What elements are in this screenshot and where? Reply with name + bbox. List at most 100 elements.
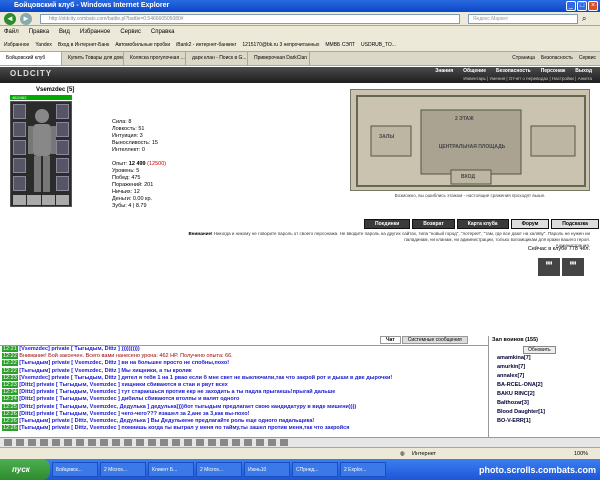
character-name[interactable]: Vsemzdec [5] <box>36 87 74 93</box>
roster-player[interactable]: amamkina[7] <box>489 354 600 363</box>
armor-slot[interactable] <box>13 140 26 155</box>
roster-player[interactable]: BA-RCEL-ONA[2] <box>489 381 600 390</box>
chat-time[interactable]: 12:24 <box>2 389 18 396</box>
nav-button[interactable]: Форум <box>510 219 550 229</box>
favorite-link[interactable]: USDRUB_TO... <box>361 38 396 51</box>
refresh-button[interactable]: Обновить <box>523 346 556 354</box>
taskbar-item[interactable]: 2 Micros... <box>100 462 146 477</box>
roster-player[interactable]: BO-V-ERR[1] <box>489 417 600 426</box>
taskbar-item[interactable]: Бойцовск... <box>52 462 98 477</box>
chat-tool-icon[interactable] <box>100 439 108 446</box>
chat-tool-icon[interactable] <box>148 439 156 446</box>
taskbar-item[interactable]: СПрнед... <box>292 462 338 477</box>
chat-tool-icon[interactable] <box>220 439 228 446</box>
quick-slot[interactable] <box>13 195 27 205</box>
ring-slot[interactable] <box>56 104 69 119</box>
chat-time[interactable]: 12:24 <box>2 396 18 403</box>
chat-time[interactable]: 12:21 <box>2 346 18 352</box>
toolbar-menu[interactable]: Сервис <box>579 52 596 65</box>
browser-tab[interactable]: дарк клан - Поиск в G... <box>186 52 248 65</box>
browser-tab[interactable]: Купить Товары для дом... <box>62 52 124 65</box>
shield-slot[interactable] <box>56 158 69 173</box>
chat-tool-icon[interactable] <box>136 439 144 446</box>
chat-time[interactable]: 12:22 <box>2 360 18 367</box>
roster-player[interactable]: amurkin[7] <box>489 363 600 372</box>
chat-tool-icon[interactable] <box>112 439 120 446</box>
chat-time[interactable]: 12:26 <box>2 410 18 417</box>
game-nav-item[interactable]: Знания <box>435 68 453 74</box>
favorite-link[interactable]: Вход в Интернет-Банк <box>58 38 109 51</box>
helmet-slot[interactable] <box>13 104 26 119</box>
menu-item[interactable]: Справка <box>151 26 175 38</box>
menu-item[interactable]: Файл <box>4 26 19 38</box>
chat-tool-icon[interactable] <box>76 439 84 446</box>
address-input[interactable]: http://oldcity.combats.com/battle.pl?bat… <box>40 14 460 24</box>
chat-tool-icon[interactable] <box>64 439 72 446</box>
game-nav-item[interactable]: Выход <box>575 68 592 74</box>
game-nav-item[interactable]: Общение <box>463 68 486 74</box>
chat-time[interactable]: 12:26 <box>2 418 18 425</box>
taskbar-item[interactable]: 2 Explor... <box>340 462 386 477</box>
taskbar-item[interactable]: Клиент Б... <box>148 462 194 477</box>
close-button[interactable]: × <box>588 1 598 11</box>
chat-tool-icon[interactable] <box>256 439 264 446</box>
toolbar-menu[interactable]: Страница <box>512 52 535 65</box>
nav-button[interactable]: Подсказка <box>551 219 599 229</box>
back-icon[interactable]: ◄ <box>4 13 16 25</box>
taskbar-item[interactable]: Июнь10 <box>244 462 290 477</box>
game-nav-item[interactable]: Персонаж <box>541 68 566 74</box>
chat-tool-icon[interactable] <box>40 439 48 446</box>
chat-tool-icon[interactable] <box>280 439 288 446</box>
roster-player[interactable]: Balthozar[3] <box>489 399 600 408</box>
chat-time[interactable]: 12:23 <box>2 382 18 389</box>
chat-time[interactable]: 12:23 <box>2 374 18 381</box>
chat-tool-icon[interactable] <box>232 439 240 446</box>
map-label[interactable]: ЗАЛЫ <box>379 134 394 140</box>
chat-tool-icon[interactable] <box>172 439 180 446</box>
chat-time[interactable]: 12:25 <box>2 403 18 410</box>
forward-icon[interactable]: ► <box>20 13 32 25</box>
chat-tool-icon[interactable] <box>124 439 132 446</box>
roster-player[interactable]: BAKU RINC[2] <box>489 390 600 399</box>
chat-tool-icon[interactable] <box>208 439 216 446</box>
belt-slot[interactable] <box>13 158 26 173</box>
map-label[interactable]: ЦЕНТРАЛЬНАЯ ПЛОЩАДЬ <box>437 144 507 150</box>
browser-tab[interactable]: Коляска прогулочная ... <box>124 52 186 65</box>
chat-time[interactable]: 12:22 <box>2 367 18 374</box>
roster-player[interactable]: Blood Daughter[1] <box>489 408 600 417</box>
quick-slot[interactable] <box>55 195 69 205</box>
toolbar-menu[interactable]: Безопасность <box>541 52 573 65</box>
game-nav-item[interactable]: Безопасность <box>496 68 531 74</box>
counter-badge[interactable]: ▮▮▮ <box>562 258 584 276</box>
game-subnav[interactable]: Инвентарь | Умения | Отчет о переводах |… <box>463 76 592 81</box>
minimize-button[interactable]: _ <box>566 1 576 11</box>
search-icon[interactable]: ⌕ <box>582 14 586 24</box>
browser-tab[interactable]: Приверочная DarkClan <box>248 52 310 65</box>
nav-button[interactable]: Карта клуба <box>456 219 509 229</box>
quick-slot[interactable] <box>27 195 41 205</box>
map-label[interactable]: ВХОД <box>461 174 475 180</box>
chat-tool-icon[interactable] <box>28 439 36 446</box>
maximize-button[interactable]: □ <box>577 1 587 11</box>
weapon-slot[interactable] <box>13 122 26 137</box>
favorite-link[interactable]: ММВБ СЭЛТ <box>325 38 355 51</box>
chat-tool-icon[interactable] <box>16 439 24 446</box>
favorite-link[interactable]: Yandex <box>35 38 52 51</box>
taskbar-item[interactable]: 2 Micros... <box>196 462 242 477</box>
club-map[interactable]: 2 ЭТАЖ ЗАЛЫ ЦЕНТРАЛЬНАЯ ПЛОЩАДЬ ВХОД <box>350 89 590 191</box>
map-label[interactable]: 2 ЭТАЖ <box>455 116 474 122</box>
nav-button[interactable]: Поединки <box>364 219 411 229</box>
search-input[interactable]: Яндекс.Маркет <box>468 14 578 24</box>
quick-slot[interactable] <box>41 195 55 205</box>
chat-tool-icon[interactable] <box>88 439 96 446</box>
chat-tool-icon[interactable] <box>244 439 252 446</box>
menu-item[interactable]: Правка <box>29 26 49 38</box>
menu-item[interactable]: Сервис <box>120 26 141 38</box>
browser-tab[interactable]: Бойцовский клуб <box>0 52 62 65</box>
chat-tool-icon[interactable] <box>4 439 12 446</box>
gloves-slot[interactable] <box>56 140 69 155</box>
tab-system-messages[interactable]: Системные сообщения <box>401 336 468 344</box>
chat-tool-icon[interactable] <box>52 439 60 446</box>
chat-tool-icon[interactable] <box>160 439 168 446</box>
tab-chat[interactable]: Чат <box>380 336 401 344</box>
